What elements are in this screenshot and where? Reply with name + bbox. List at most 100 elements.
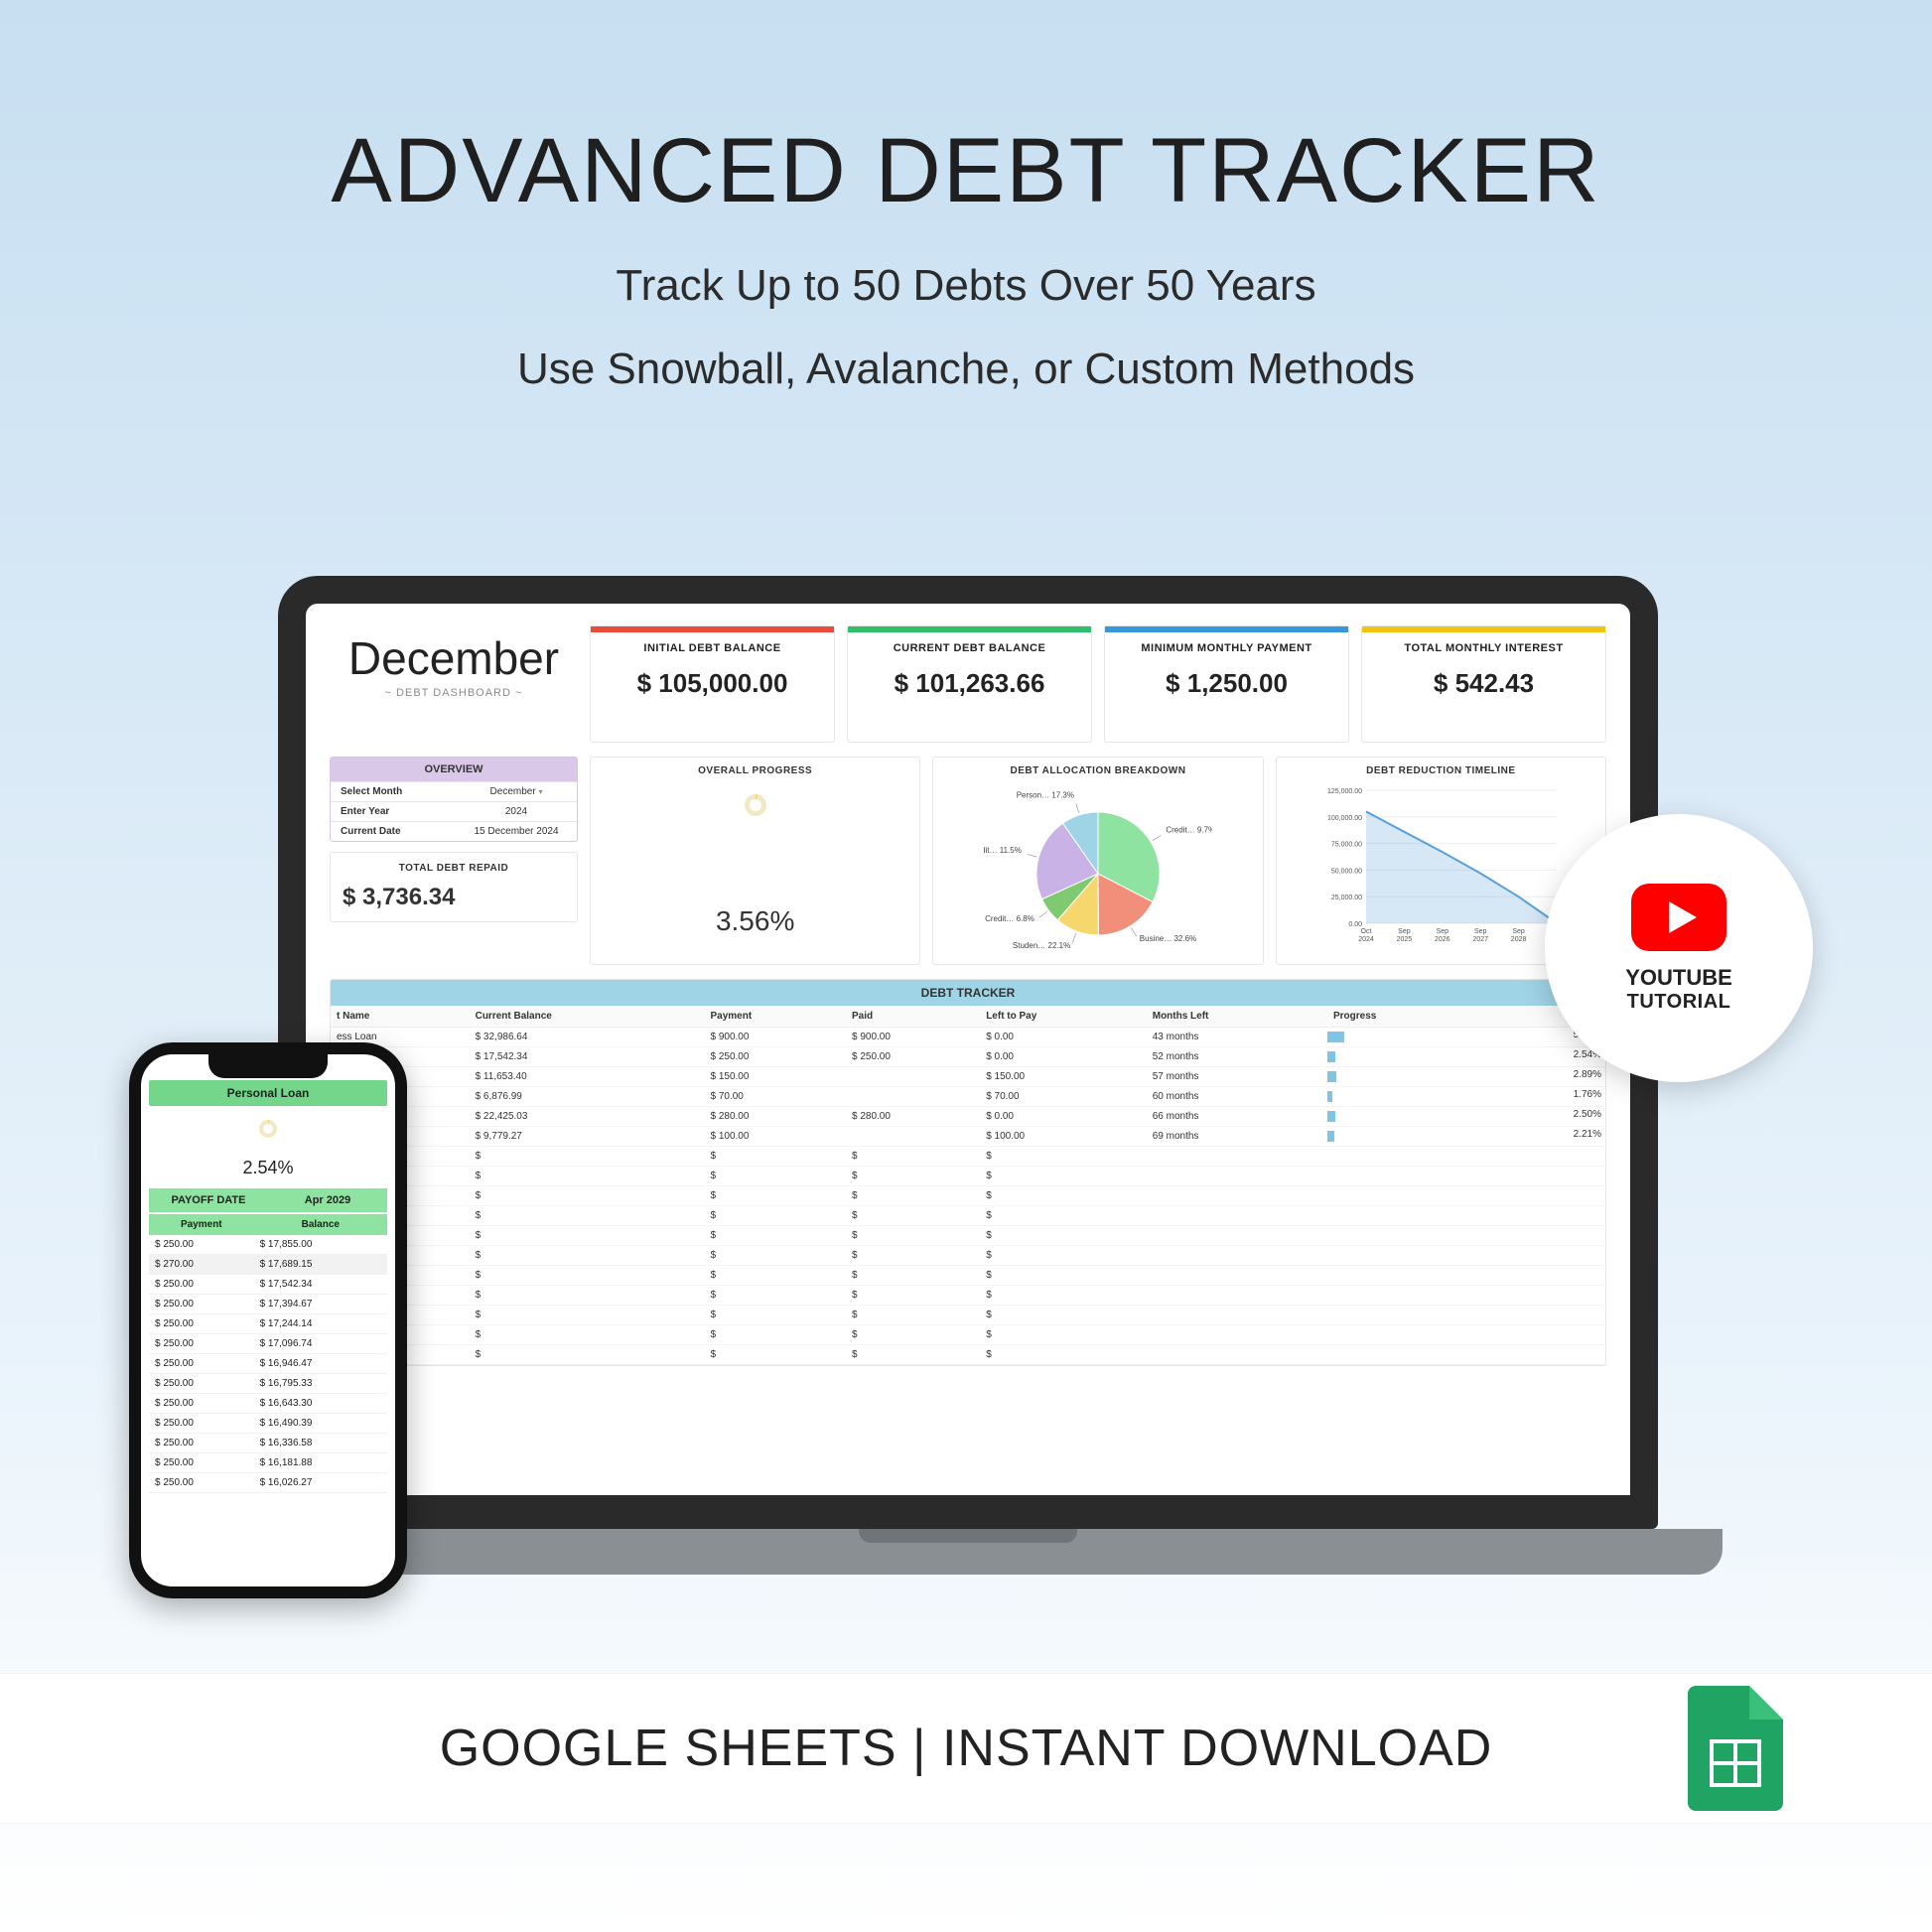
- hero: ADVANCED DEBT TRACKER Track Up to 50 Deb…: [0, 0, 1932, 394]
- phone-cell-payment: $ 250.00: [149, 1394, 254, 1414]
- phone-cell-balance: $ 16,795.33: [254, 1374, 387, 1394]
- table-row-empty[interactable]: $$$$: [331, 1147, 1605, 1167]
- kpi-card: TOTAL MONTHLY INTEREST $ 542.43: [1361, 625, 1606, 743]
- phone-cell-payment: $ 250.00: [149, 1314, 254, 1334]
- cell-progress: 2.54%: [1327, 1047, 1605, 1067]
- cell-paid: [846, 1087, 980, 1107]
- phone-progress-value: 2.54%: [149, 1158, 387, 1178]
- footer-text: GOOGLE SHEETS | INSTANT DOWNLOAD: [440, 1719, 1493, 1778]
- table-row[interactable]: ent Loan $ 22,425.03 $ 280.00 $ 280.00 $…: [331, 1107, 1605, 1127]
- cell-balance: $ 9,779.27: [470, 1127, 705, 1147]
- table-row[interactable]: it Card 3 $ 9,779.27 $ 100.00 $ 100.00 6…: [331, 1127, 1605, 1147]
- dashboard-month: December: [330, 631, 578, 685]
- phone-cell-payment: $ 250.00: [149, 1374, 254, 1394]
- table-row-empty[interactable]: $$$$: [331, 1345, 1605, 1365]
- phone-table-row[interactable]: $ 250.00 $ 16,490.39: [149, 1414, 387, 1434]
- table-row-empty[interactable]: $$$$: [331, 1325, 1605, 1345]
- phone-table-row[interactable]: $ 250.00 $ 17,244.14: [149, 1314, 387, 1334]
- cell-paid: $ 250.00: [846, 1047, 980, 1067]
- svg-text:2027: 2027: [1473, 936, 1489, 943]
- phone-payoff-row: PAYOFF DATE Apr 2029: [149, 1188, 387, 1212]
- overall-progress-label: OVERALL PROGRESS: [601, 765, 909, 776]
- table-header: Paid: [846, 1006, 980, 1028]
- table-row-empty[interactable]: $$$$: [331, 1206, 1605, 1226]
- kpi-card: CURRENT DEBT BALANCE $ 101,263.66: [847, 625, 1092, 743]
- table-row-empty[interactable]: $$$$: [331, 1246, 1605, 1266]
- phone-cell-payment: $ 250.00: [149, 1334, 254, 1354]
- phone-table-row[interactable]: $ 250.00 $ 16,026.27: [149, 1473, 387, 1493]
- timeline-line-chart: 125,000.00100,000.0075,000.0050,000.0025…: [1316, 782, 1565, 951]
- svg-text:2025: 2025: [1397, 936, 1413, 943]
- cell-paid: $ 280.00: [846, 1107, 980, 1127]
- cell-months: 52 months: [1147, 1047, 1327, 1067]
- phone-cell-balance: $ 17,855.00: [254, 1235, 387, 1255]
- svg-text:Sep: Sep: [1513, 928, 1526, 935]
- overview-row-value[interactable]: 2024: [456, 801, 577, 821]
- kpi-label: INITIAL DEBT BALANCE: [591, 642, 834, 654]
- cell-progress: 2.50%: [1327, 1107, 1605, 1127]
- allocation-card: DEBT ALLOCATION BREAKDOWN Credit… 9.7%Bu…: [932, 757, 1263, 965]
- cell-months: 43 months: [1147, 1028, 1327, 1047]
- youtube-tutorial-badge[interactable]: YOUTUBE TUTORIAL: [1545, 814, 1813, 1082]
- kpi-label: CURRENT DEBT BALANCE: [848, 642, 1091, 654]
- phone-payoff-label: PAYOFF DATE: [149, 1188, 268, 1212]
- table-row-empty[interactable]: $$$$: [331, 1186, 1605, 1206]
- table-header: t Name: [331, 1006, 470, 1028]
- overall-progress-value: 3.56%: [601, 905, 909, 937]
- table-row-empty[interactable]: $$$$: [331, 1306, 1605, 1325]
- table-row-empty[interactable]: $$$$: [331, 1266, 1605, 1286]
- svg-text:Sep: Sep: [1398, 928, 1411, 935]
- phone-cell-payment: $ 250.00: [149, 1295, 254, 1314]
- svg-text:0.00: 0.00: [1349, 921, 1363, 928]
- footer-bar: GOOGLE SHEETS | INSTANT DOWNLOAD: [0, 1674, 1932, 1823]
- cell-left: $ 0.00: [980, 1107, 1147, 1127]
- svg-text:125,000.00: 125,000.00: [1327, 788, 1362, 795]
- phone-payoff-value: Apr 2029: [268, 1188, 387, 1212]
- kpi-value: $ 105,000.00: [591, 668, 834, 699]
- phone-cell-payment: $ 250.00: [149, 1354, 254, 1374]
- table-header: Payment: [704, 1006, 846, 1028]
- phone-table-row[interactable]: $ 270.00 $ 17,689.15: [149, 1255, 387, 1275]
- overall-progress-card: OVERALL PROGRESS 3.56%: [590, 757, 920, 965]
- phone-table-row[interactable]: $ 250.00 $ 16,795.33: [149, 1374, 387, 1394]
- table-row[interactable]: it Card 1 $ 6,876.99 $ 70.00 $ 70.00 60 …: [331, 1087, 1605, 1107]
- table-row-empty[interactable]: $$$$: [331, 1286, 1605, 1306]
- debt-tracker-card: DEBT TRACKER t NameCurrent BalancePaymen…: [330, 979, 1606, 1366]
- cell-months: 60 months: [1147, 1087, 1327, 1107]
- table-row-empty[interactable]: $$$$: [331, 1226, 1605, 1246]
- phone-table-row[interactable]: $ 250.00 $ 17,855.00: [149, 1235, 387, 1255]
- phone-table-header: Balance: [254, 1214, 387, 1235]
- youtube-line2: TUTORIAL: [1627, 991, 1731, 1014]
- allocation-label: DEBT ALLOCATION BREAKDOWN: [943, 765, 1252, 776]
- phone-table-row[interactable]: $ 250.00 $ 16,643.30: [149, 1394, 387, 1414]
- overview-row-value[interactable]: December ▾: [456, 781, 577, 801]
- kpi-label: MINIMUM MONTHLY PAYMENT: [1105, 642, 1348, 654]
- phone-table-row[interactable]: $ 250.00 $ 17,096.74: [149, 1334, 387, 1354]
- cell-payment: $ 70.00: [704, 1087, 846, 1107]
- phone-table-row[interactable]: $ 250.00 $ 16,336.58: [149, 1434, 387, 1453]
- cell-months: 57 months: [1147, 1067, 1327, 1087]
- phone-table-row[interactable]: $ 250.00 $ 17,394.67: [149, 1295, 387, 1314]
- phone-table-row[interactable]: $ 250.00 $ 17,542.34: [149, 1275, 387, 1295]
- cell-paid: [846, 1127, 980, 1147]
- phone-cell-balance: $ 17,689.15: [254, 1255, 387, 1275]
- overview-row-value[interactable]: 15 December 2024: [456, 821, 577, 841]
- cell-paid: $ 900.00: [846, 1028, 980, 1047]
- phone-table-row[interactable]: $ 250.00 $ 16,946.47: [149, 1354, 387, 1374]
- phone-progress-donut-icon: [259, 1120, 277, 1138]
- table-row-empty[interactable]: $$$$: [331, 1167, 1605, 1186]
- phone-notch: [208, 1054, 328, 1078]
- overview-row-label: Enter Year: [331, 801, 456, 821]
- table-row[interactable]: al Loan $ 17,542.34 $ 250.00 $ 250.00 $ …: [331, 1047, 1605, 1067]
- google-sheets-icon: [1688, 1686, 1783, 1811]
- total-repaid-card: TOTAL DEBT REPAID $ 3,736.34: [330, 852, 578, 922]
- table-row[interactable]: ess Loan $ 32,986.64 $ 900.00 $ 900.00 $…: [331, 1028, 1605, 1047]
- svg-text:Credit… 11.5%: Credit… 11.5%: [984, 846, 1022, 855]
- phone-table-row[interactable]: $ 250.00 $ 16,181.88: [149, 1453, 387, 1473]
- svg-text:Studen… 22.1%: Studen… 22.1%: [1013, 941, 1070, 950]
- timeline-label: DEBT REDUCTION TIMELINE: [1287, 765, 1595, 776]
- cell-balance: $ 6,876.99: [470, 1087, 705, 1107]
- cell-payment: $ 250.00: [704, 1047, 846, 1067]
- table-row[interactable]: t Card 2 $ 11,653.40 $ 150.00 $ 150.00 5…: [331, 1067, 1605, 1087]
- phone-cell-payment: $ 270.00: [149, 1255, 254, 1275]
